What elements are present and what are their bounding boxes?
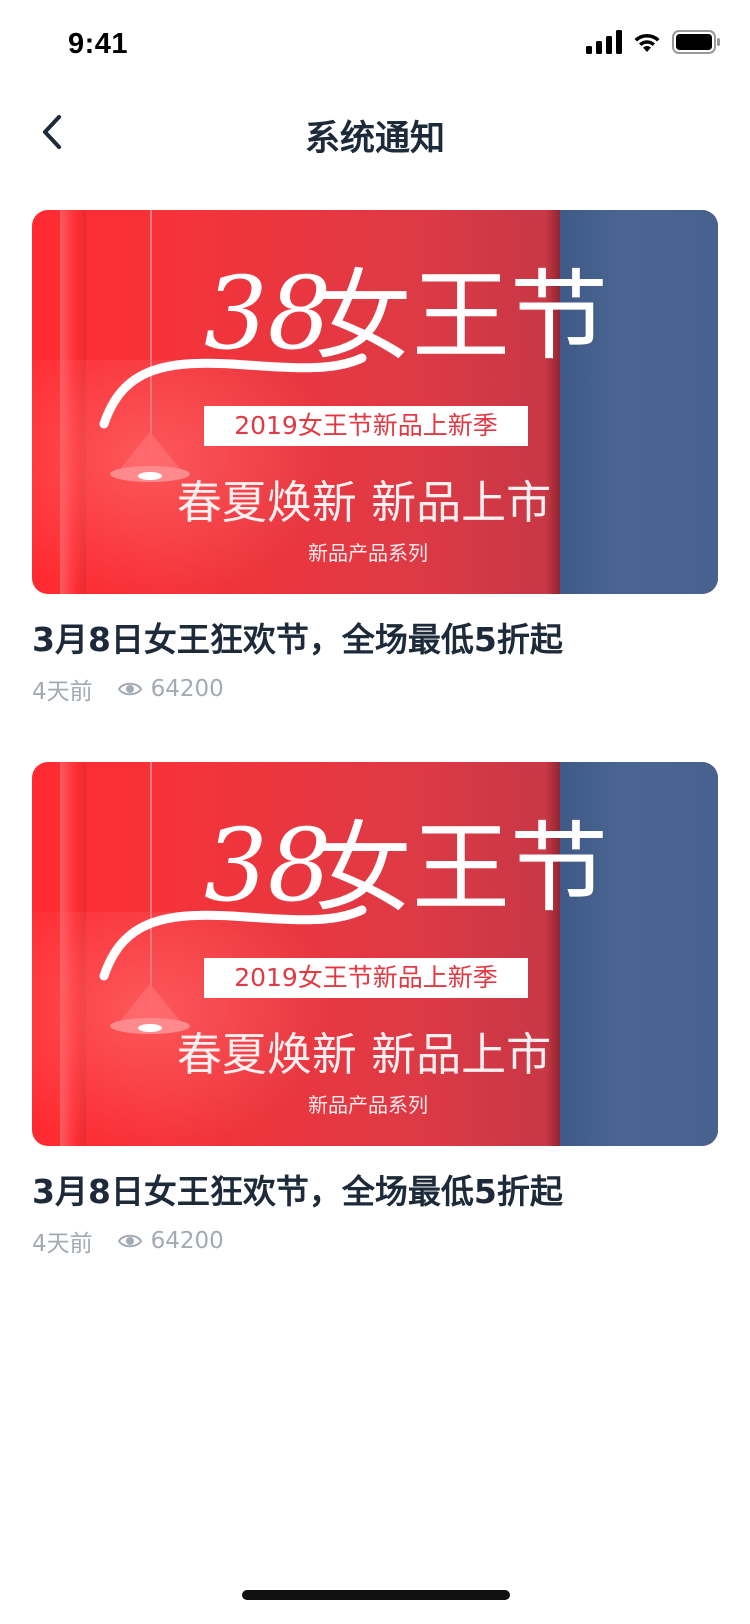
- post-meta: 4天前 64200: [32, 672, 718, 706]
- banner-big-text: 女王节: [314, 260, 608, 374]
- status-bar: 9:41: [0, 0, 750, 88]
- wifi-icon: [634, 33, 660, 52]
- banner-big-number: 38: [204, 807, 331, 924]
- banner-badge: 2019女王节新品上新季: [234, 963, 498, 992]
- navigation-bar: 系统通知: [0, 88, 750, 176]
- post-time: 4天前: [32, 679, 93, 705]
- banner-big-number: 38: [204, 255, 331, 372]
- post-time: 4天前: [32, 1231, 93, 1257]
- status-time: 9:41: [68, 28, 129, 60]
- banner-badge: 2019女王节新品上新季: [234, 411, 498, 440]
- home-indicator[interactable]: [242, 1590, 510, 1600]
- banner-subline: 新品产品系列: [308, 541, 428, 565]
- promo-banner[interactable]: 38 女王节 2019女王节新品上新季 春夏焕新 新品上市 新品产品系列: [32, 210, 718, 594]
- status-icons: [586, 30, 720, 54]
- post-views: 64200: [150, 1228, 224, 1254]
- page-title: 系统通知: [304, 119, 445, 159]
- banner-subline: 新品产品系列: [308, 1093, 428, 1117]
- banner-headline: 春夏焕新 新品上市: [177, 1028, 551, 1081]
- signal-icon: [586, 30, 622, 54]
- post-meta: 4天前 64200: [32, 1224, 718, 1258]
- battery-icon: [672, 30, 720, 54]
- post-title[interactable]: 3月8日女王狂欢节，全场最低5折起: [32, 1170, 718, 1214]
- notification-card[interactable]: 38 女王节 2019女王节新品上新季 春夏焕新 新品上市 新品产品系列 3月8…: [32, 210, 718, 706]
- eye-icon: [117, 682, 142, 696]
- promo-banner[interactable]: 38 女王节 2019女王节新品上新季 春夏焕新 新品上市 新品产品系列: [32, 762, 718, 1146]
- notification-card[interactable]: 38 女王节 2019女王节新品上新季 春夏焕新 新品上市 新品产品系列 3月8…: [32, 762, 718, 1258]
- eye-icon: [117, 1234, 142, 1248]
- notification-feed: 38 女王节 2019女王节新品上新季 春夏焕新 新品上市 新品产品系列 3月8…: [32, 210, 718, 1314]
- post-views: 64200: [150, 676, 224, 702]
- banner-headline: 春夏焕新 新品上市: [177, 476, 551, 529]
- post-title[interactable]: 3月8日女王狂欢节，全场最低5折起: [32, 618, 718, 662]
- banner-big-text: 女王节: [314, 812, 608, 926]
